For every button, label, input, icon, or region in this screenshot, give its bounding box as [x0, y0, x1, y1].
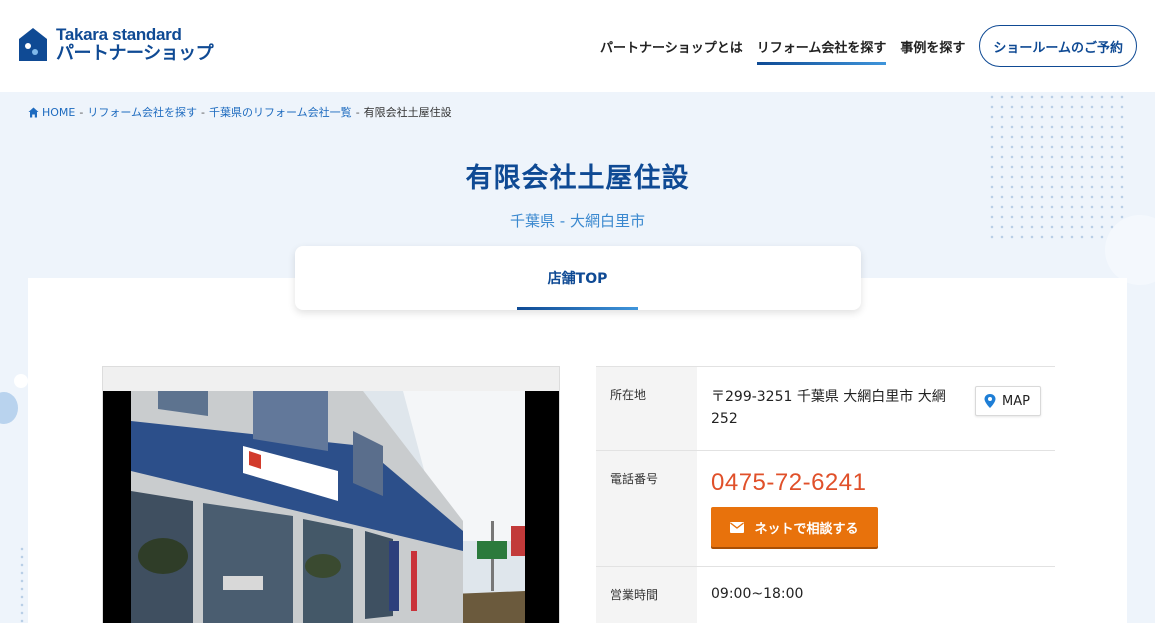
nav-find-cases[interactable]: 事例を探す	[900, 25, 965, 67]
breadcrumb-current: 有限会社土屋住設	[363, 106, 452, 119]
info-row-hours: 営業時間 09:00~18:00	[596, 566, 1055, 623]
decorative-circle	[0, 392, 18, 424]
info-row-address: 所在地 〒299-3251 千葉県 大網白里市 大網 252 MAP	[596, 366, 1055, 450]
phone-label: 電話番号	[596, 451, 697, 566]
tab-bar: 店舗TOP	[295, 246, 861, 310]
info-row-phone: 電話番号 0475-72-6241 ネットで相談する	[596, 450, 1055, 566]
showroom-reserve-button[interactable]: ショールームのご予約	[979, 25, 1137, 67]
site-logo[interactable]: Takara standard パートナーショップ	[18, 25, 214, 64]
breadcrumb-find-company[interactable]: リフォーム会社を探す	[87, 104, 197, 120]
tab-store-top[interactable]: 店舗TOP	[517, 246, 638, 310]
store-photo-frame	[102, 366, 560, 623]
map-button[interactable]: MAP	[975, 386, 1041, 416]
breadcrumb-home[interactable]: HOME	[42, 106, 75, 119]
breadcrumb-separator: -	[79, 105, 84, 119]
map-button-label: MAP	[1002, 393, 1030, 409]
page-subtitle: 千葉県 - 大網白里市	[510, 212, 645, 230]
decorative-dots-left	[18, 545, 26, 623]
online-consult-button[interactable]: ネットで相談する	[711, 507, 878, 547]
hours-label: 営業時間	[596, 567, 697, 623]
home-icon	[28, 107, 39, 117]
site-header: Takara standard パートナーショップ パートナーショップとは リフ…	[0, 0, 1155, 92]
address-value: 〒299-3251 千葉県 大網白里市 大網 252	[711, 386, 957, 430]
address-label: 所在地	[596, 367, 697, 450]
breadcrumb-separator: -	[355, 105, 360, 119]
store-info-table: 所在地 〒299-3251 千葉県 大網白里市 大網 252 MAP 電話番号 …	[596, 366, 1055, 623]
nav-partner-shop[interactable]: パートナーショップとは	[600, 25, 743, 67]
breadcrumb-chiba-list[interactable]: 千葉県のリフォーム会社一覧	[209, 104, 352, 120]
breadcrumb-separator: -	[201, 105, 206, 119]
hours-value: 09:00~18:00	[711, 586, 804, 602]
phone-number[interactable]: 0475-72-6241	[711, 469, 1041, 497]
nav-find-company[interactable]: リフォーム会社を探す	[756, 25, 886, 67]
address-line2: 252	[711, 411, 738, 427]
online-consult-label: ネットで相談する	[754, 521, 859, 537]
breadcrumb: HOME - リフォーム会社を探す - 千葉県のリフォーム会社一覧 - 有限会社…	[28, 104, 452, 120]
decorative-circle-small	[14, 374, 28, 388]
global-nav: パートナーショップとは リフォーム会社を探す 事例を探す ショールームのご予約	[586, 25, 1137, 67]
logo-text-en: Takara standard	[56, 25, 182, 44]
map-pin-icon	[984, 394, 996, 408]
logo-text-ja: パートナーショップ	[56, 43, 214, 64]
mail-icon	[730, 521, 745, 533]
address-line1: 〒299-3251 千葉県 大網白里市 大網	[711, 389, 946, 405]
page-title: 有限会社土屋住設	[465, 163, 690, 194]
house-logo-icon	[18, 27, 48, 63]
store-photo	[103, 391, 559, 623]
